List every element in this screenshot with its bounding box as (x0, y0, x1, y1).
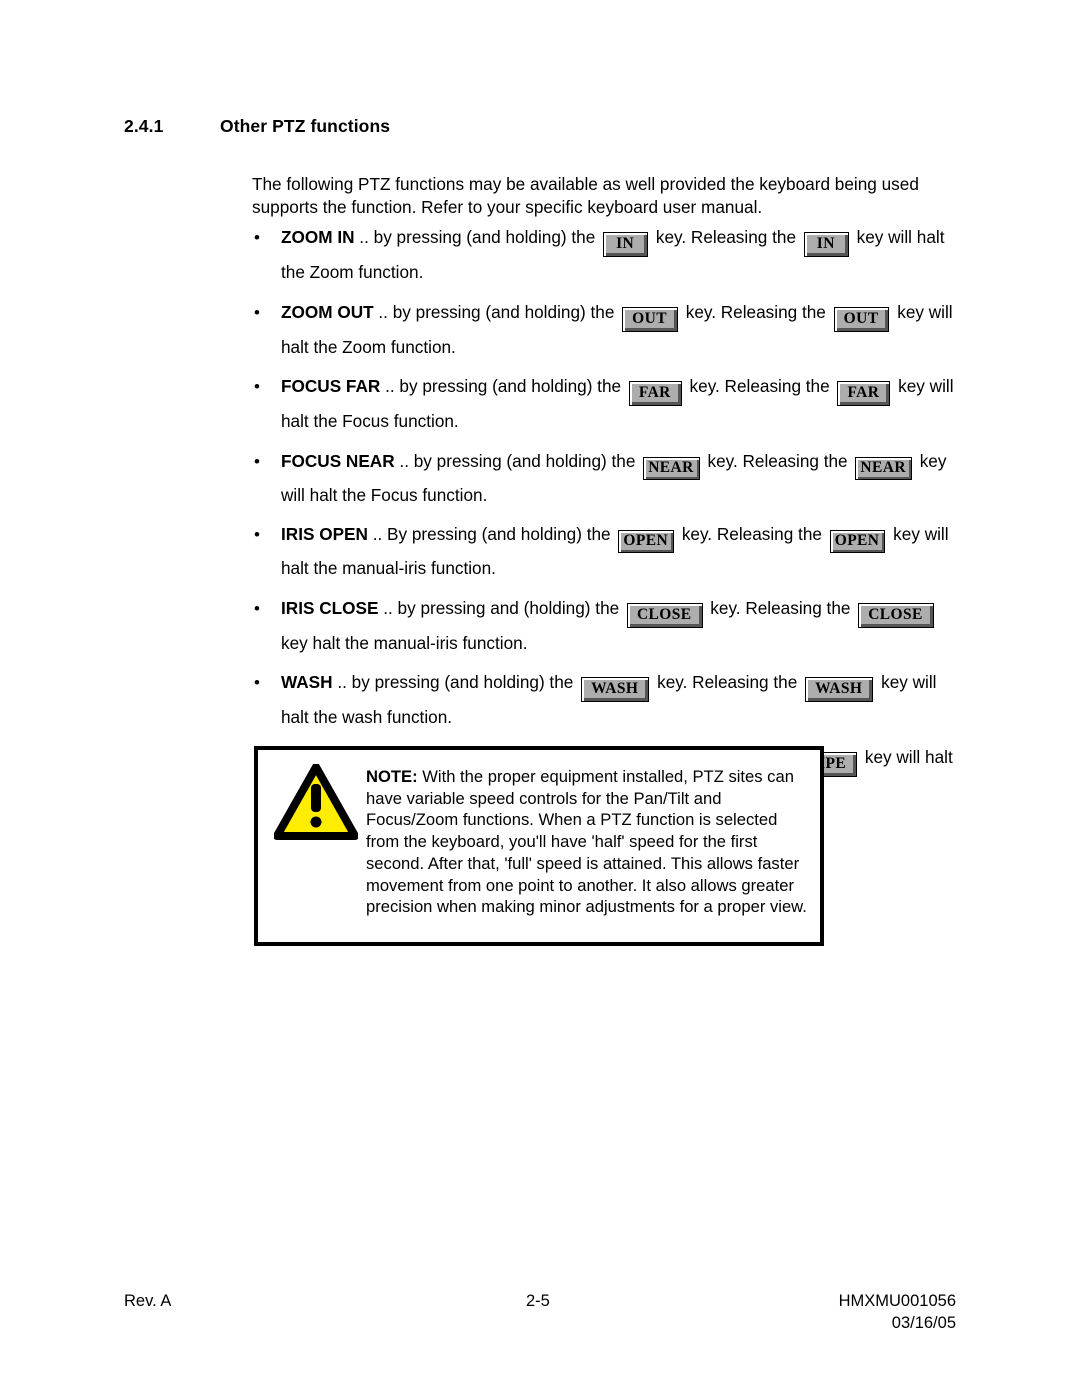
footer-row-2: 03/16/05 (124, 1312, 956, 1334)
text-fragment: key. Releasing the (651, 227, 801, 247)
bullet-glyph: • (254, 377, 260, 396)
keycap-close: CLOSE (858, 602, 934, 628)
bullet-glyph: • (254, 525, 260, 544)
list-item-text: ZOOM OUT .. by pressing (and holding) th… (281, 302, 953, 357)
note-inner: NOTE: With the proper equipment installe… (258, 750, 820, 942)
document-page: 2.4.1 Other PTZ functions The following P… (0, 0, 1080, 1397)
footer-document-number: HMXMU001056 (838, 1292, 956, 1310)
function-name: IRIS CLOSE (281, 597, 379, 618)
text-fragment: .. by pressing (and holding) the (394, 450, 641, 471)
keycap-far: FAR (837, 381, 891, 406)
list-item: • FOCUS FAR .. by pressing (and holding) … (252, 371, 958, 437)
footer-row-1: Rev. A 2-5 HMXMU001056 (124, 1290, 956, 1312)
list-item-text: FOCUS FAR .. by pressing (and holding) t… (281, 376, 954, 431)
bullet-glyph: • (254, 673, 260, 692)
text-fragment: .. by pressing (and holding) the (332, 672, 579, 692)
list-item-text: FOCUS NEAR .. by pressing (and holding) … (281, 451, 946, 505)
keycap-wash: WASH (805, 677, 874, 702)
footer-revision: Rev. A (124, 1292, 172, 1310)
keycap-open: OPEN (618, 530, 675, 553)
function-name: ZOOM OUT (281, 301, 374, 322)
list-item: • ZOOM IN .. by pressing (and holding) th… (252, 222, 958, 288)
text-fragment: key. Releasing the (677, 524, 827, 544)
section-number: 2.4.1 (124, 116, 164, 136)
section-heading: 2.4.1 Other PTZ functions (124, 116, 944, 137)
warning-triangle-icon (273, 763, 359, 840)
list-item: • FOCUS NEAR .. by pressing (and holding)… (252, 446, 958, 511)
ptz-function-list: • ZOOM IN .. by pressing (and holding) th… (252, 222, 958, 816)
list-item: • WASH .. by pressing (and holding) the W… (252, 667, 958, 733)
footer-page-number: 2-5 (526, 1292, 550, 1310)
bullet-glyph: • (254, 598, 260, 618)
note-body: With the proper equipment installed, PTZ… (366, 767, 807, 917)
keycap-near: NEAR (643, 456, 700, 480)
keycap-out: OUT (833, 306, 890, 332)
text-fragment: .. by pressing (and holding) the (354, 227, 601, 247)
footer-date: 03/16/05 (891, 1314, 956, 1332)
text-fragment: key. Releasing the (680, 301, 831, 322)
text-fragment: key. Releasing the (705, 597, 856, 618)
keycap-far: FAR (628, 381, 682, 406)
list-item: • IRIS OPEN .. By pressing (and holding) … (252, 519, 958, 584)
bullet-glyph: • (254, 451, 260, 471)
list-item: • IRIS CLOSE .. by pressing and (holding)… (252, 593, 958, 659)
keycap-in: IN (803, 232, 849, 257)
text-fragment: .. by pressing (and holding) the (380, 376, 626, 396)
keycap-out: OUT (622, 306, 678, 332)
text-fragment: key. Releasing the (684, 376, 835, 396)
text-fragment: key. Releasing the (702, 450, 853, 471)
bullet-glyph: • (254, 228, 260, 247)
list-item: • ZOOM OUT .. by pressing (and holding) t… (252, 297, 958, 363)
text-fragment: .. by pressing (and holding) the (373, 301, 620, 322)
page-footer: Rev. A 2-5 HMXMU001056 03/16/05 (124, 1290, 956, 1334)
keycap-open: OPEN (829, 530, 886, 553)
note-label: NOTE: (366, 767, 418, 786)
function-name: IRIS OPEN (281, 524, 368, 544)
text-fragment: key halt the manual-iris function. (281, 632, 528, 653)
text-fragment: key. Releasing the (652, 672, 803, 692)
list-item-text: IRIS OPEN .. By pressing (and holding) t… (281, 524, 949, 578)
text-fragment: .. By pressing (and holding) the (367, 524, 616, 544)
function-name: WASH (281, 672, 333, 692)
intro-paragraph: The following PTZ functions may be avail… (252, 174, 919, 217)
list-item-text: ZOOM IN .. by pressing (and holding) the… (281, 227, 944, 282)
list-item-text: IRIS CLOSE .. by pressing and (holding) … (281, 598, 937, 653)
section-title: Other PTZ functions (220, 116, 391, 136)
function-name: FOCUS NEAR (281, 450, 395, 471)
note-text: NOTE: With the proper equipment installe… (366, 766, 812, 918)
text-fragment: .. by pressing and (holding) the (378, 597, 624, 618)
list-item-text: WASH .. by pressing (and holding) the WA… (281, 672, 937, 727)
keycap-wash: WASH (581, 677, 650, 702)
keycap-in: IN (603, 232, 649, 257)
keycap-close: CLOSE (626, 602, 703, 628)
function-name: FOCUS FAR (281, 376, 381, 396)
note-callout-box: NOTE: With the proper equipment installe… (254, 746, 824, 946)
function-name: ZOOM IN (281, 227, 355, 247)
bullet-glyph: • (254, 302, 260, 322)
keycap-near: NEAR (855, 456, 912, 480)
